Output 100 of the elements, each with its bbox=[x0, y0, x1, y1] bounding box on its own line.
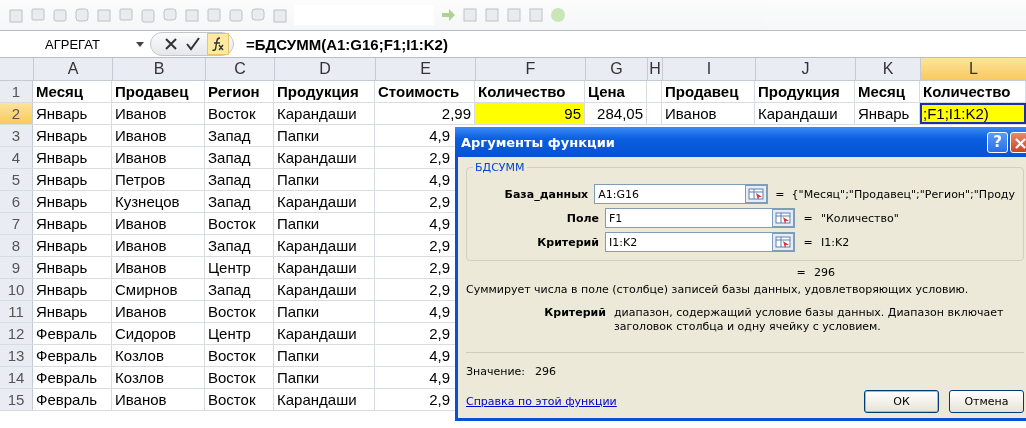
table-cell: Месяц bbox=[33, 81, 112, 102]
table-cell: Восток bbox=[205, 389, 274, 410]
row-header[interactable]: 13 bbox=[0, 345, 33, 366]
table-cell: Иванов bbox=[112, 301, 205, 322]
toolbar-icon[interactable] bbox=[52, 7, 68, 23]
argument-field[interactable]: A1:G16 bbox=[594, 184, 768, 204]
table-cell: Январь bbox=[33, 191, 112, 212]
column-header[interactable]: F bbox=[476, 58, 586, 80]
toolbar-icon[interactable] bbox=[484, 7, 500, 23]
row-header[interactable]: 14 bbox=[0, 367, 33, 388]
toolbar-icon[interactable] bbox=[506, 7, 522, 23]
toolbar-icon[interactable] bbox=[528, 7, 544, 23]
column-header[interactable]: D bbox=[275, 58, 376, 80]
toolbar-icon[interactable] bbox=[140, 7, 156, 23]
column-header[interactable]: A bbox=[34, 58, 113, 80]
table-cell: Количество bbox=[475, 81, 585, 102]
table-cell: Папки bbox=[274, 125, 375, 146]
toolbar-icon[interactable] bbox=[96, 7, 112, 23]
table-cell: Иванов bbox=[112, 389, 205, 410]
table-cell: Запад bbox=[205, 169, 274, 190]
row-header[interactable]: 12 bbox=[0, 323, 33, 344]
argument-result: I1:K2 bbox=[821, 235, 850, 249]
table-cell: Иванов bbox=[112, 125, 205, 146]
row-header[interactable]: 3 bbox=[0, 125, 33, 146]
table-cell: Папки bbox=[274, 213, 375, 234]
range-select-icon[interactable] bbox=[772, 209, 794, 227]
table-cell: Продавец bbox=[662, 81, 755, 102]
table-cell: Январь bbox=[33, 213, 112, 234]
function-name: БДСУММ bbox=[473, 161, 527, 174]
row-header[interactable]: 6 bbox=[0, 191, 33, 212]
table-cell: Месяц bbox=[855, 81, 920, 102]
table-cell: Январь bbox=[33, 279, 112, 300]
dialog-title: Аргументы функции bbox=[461, 134, 616, 150]
row-header[interactable]: 15 bbox=[0, 389, 33, 410]
table-cell: Сидоров bbox=[112, 323, 205, 344]
table-cell-text: 4,9 bbox=[428, 170, 451, 190]
table-cell: Козлов bbox=[112, 345, 205, 366]
table-cell: Февраль bbox=[33, 323, 112, 344]
column-header[interactable]: G bbox=[586, 58, 648, 80]
argument-field[interactable]: I1:K2 bbox=[605, 232, 795, 252]
toolbar-icon[interactable] bbox=[8, 7, 24, 23]
close-button[interactable]: × bbox=[1010, 131, 1026, 153]
check-icon[interactable] bbox=[185, 36, 201, 52]
toolbar-icon[interactable] bbox=[462, 7, 478, 23]
range-select-icon[interactable] bbox=[744, 185, 767, 203]
table-cell: Иванов bbox=[112, 235, 205, 256]
argument-label: Критерий bbox=[536, 235, 600, 249]
table-cell: Январь bbox=[33, 125, 112, 146]
table-cell: Январь bbox=[33, 301, 112, 322]
toolbar-icon[interactable] bbox=[74, 7, 90, 23]
table-cell-text: 2,9 bbox=[428, 280, 451, 300]
range-select-icon[interactable] bbox=[772, 233, 794, 251]
name-box[interactable]: АГРЕГАТ bbox=[0, 31, 150, 57]
column-header[interactable]: C bbox=[206, 58, 275, 80]
toolbar-icon[interactable] bbox=[162, 7, 178, 23]
table-cell-text: 2,9 bbox=[428, 324, 451, 344]
row-header[interactable]: 7 bbox=[0, 213, 33, 234]
table-cell: Восток bbox=[205, 103, 274, 124]
table-cell: Запад bbox=[205, 279, 274, 300]
column-header[interactable]: H bbox=[648, 58, 663, 80]
row-header[interactable]: 10 bbox=[0, 279, 33, 300]
column-header[interactable]: I bbox=[663, 58, 756, 80]
row-header[interactable]: 1 bbox=[0, 81, 33, 102]
table-cell: Карандаши bbox=[274, 323, 375, 344]
toolbar-icon[interactable] bbox=[228, 7, 244, 23]
cancel-icon[interactable] bbox=[163, 36, 179, 52]
circle-icon[interactable] bbox=[550, 7, 566, 23]
toolbar-icon[interactable] bbox=[30, 7, 46, 23]
toolbar-icon[interactable] bbox=[272, 7, 288, 23]
row-header[interactable]: 8 bbox=[0, 235, 33, 256]
toolbar-icon[interactable] bbox=[118, 7, 134, 23]
table-cell: Январь bbox=[33, 147, 112, 168]
table-cell: 95 bbox=[475, 103, 585, 124]
column-header[interactable]: E bbox=[376, 58, 476, 80]
argument-label: База_данных bbox=[503, 187, 590, 201]
dialog-button[interactable]: Отмена bbox=[949, 390, 1024, 413]
table-cell: Карандаши bbox=[274, 103, 375, 124]
toolbar-icon[interactable] bbox=[206, 7, 222, 23]
column-header[interactable]: J bbox=[756, 58, 856, 80]
argument-result: {"Месяц";"Продавец";"Регион";"Проду bbox=[791, 187, 1015, 201]
help-link[interactable]: Справка по этой функции bbox=[466, 395, 854, 408]
row-header[interactable]: 4 bbox=[0, 147, 33, 168]
table-cell: Иванов bbox=[112, 103, 205, 124]
row-header[interactable]: 2 bbox=[0, 103, 33, 124]
equals-sign: = bbox=[774, 187, 786, 201]
row-header[interactable]: 11 bbox=[0, 301, 33, 322]
row-header[interactable]: 9 bbox=[0, 257, 33, 278]
toolbar-icon[interactable] bbox=[250, 7, 266, 23]
table-cell-text: 4,9 bbox=[428, 126, 451, 146]
table-cell-text: 4,9 bbox=[428, 302, 451, 322]
arrow-icon[interactable] bbox=[440, 7, 456, 23]
function-description: Суммирует числа в поле (столбце) записей базы данных, удовлетворяющих условию. bbox=[466, 283, 970, 296]
formula-text[interactable]: =БДСУММ(A1:G16;F1;I1:K2) bbox=[246, 35, 448, 53]
row-header[interactable]: 5 bbox=[0, 169, 33, 190]
function-icon[interactable] bbox=[207, 33, 229, 55]
column-header[interactable]: L bbox=[921, 58, 1026, 80]
toolbar-icon[interactable] bbox=[184, 7, 200, 23]
dialog-button[interactable]: ОК bbox=[864, 390, 939, 413]
column-header[interactable]: B bbox=[113, 58, 206, 80]
argument-field[interactable]: F1 bbox=[605, 208, 795, 228]
